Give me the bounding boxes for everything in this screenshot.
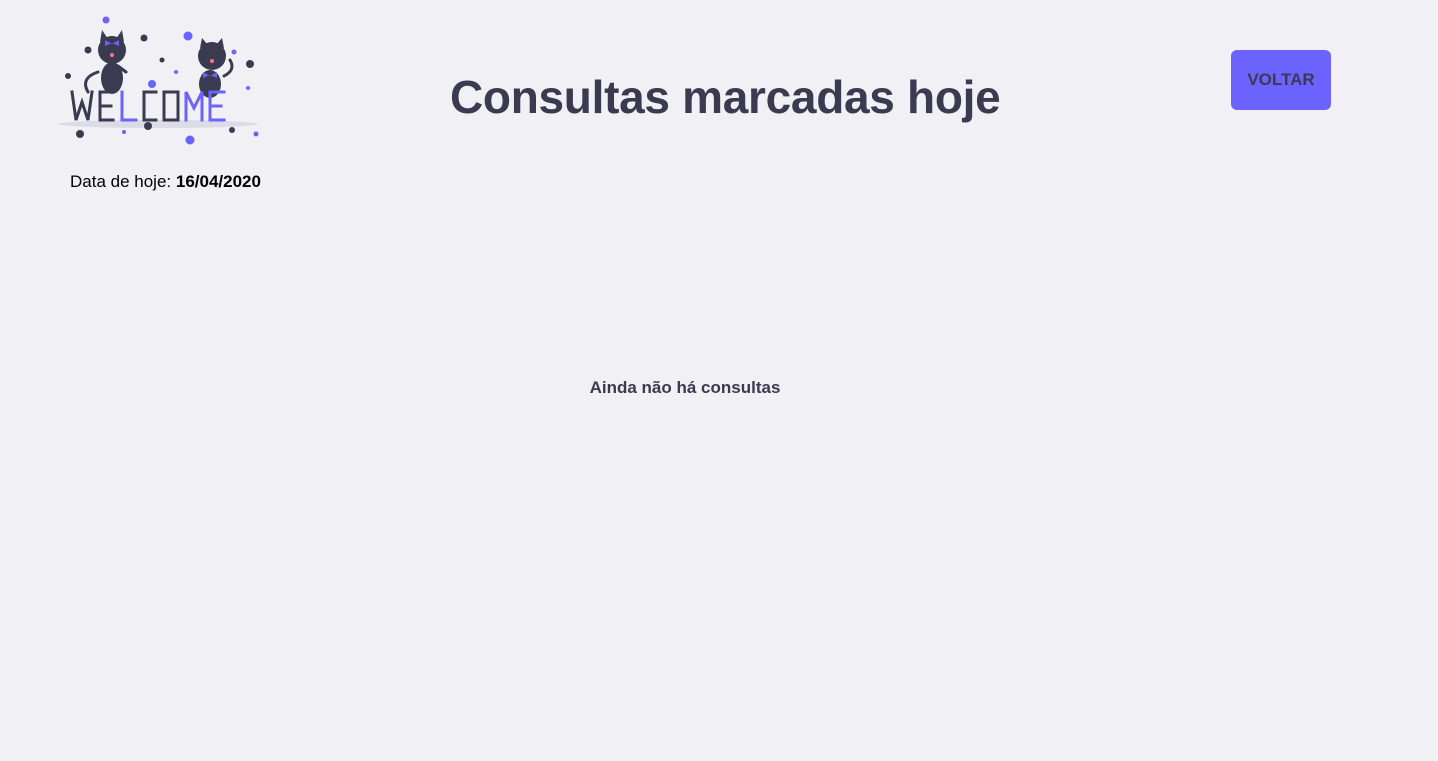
welcome-logo [58,14,264,152]
today-date-label: Data de hoje: [70,172,172,191]
today-date-value: 16/04/2020 [175,172,261,191]
empty-appointments-message: Ainda não há consultas [589,378,781,397]
welcome-cats-icon [58,16,259,145]
back-button[interactable]: VOLTAR [1231,50,1331,110]
today-date: Data de hoje: 16/04/2020 [70,172,261,192]
page-title: Consultas marcadas hoje [450,71,1001,123]
